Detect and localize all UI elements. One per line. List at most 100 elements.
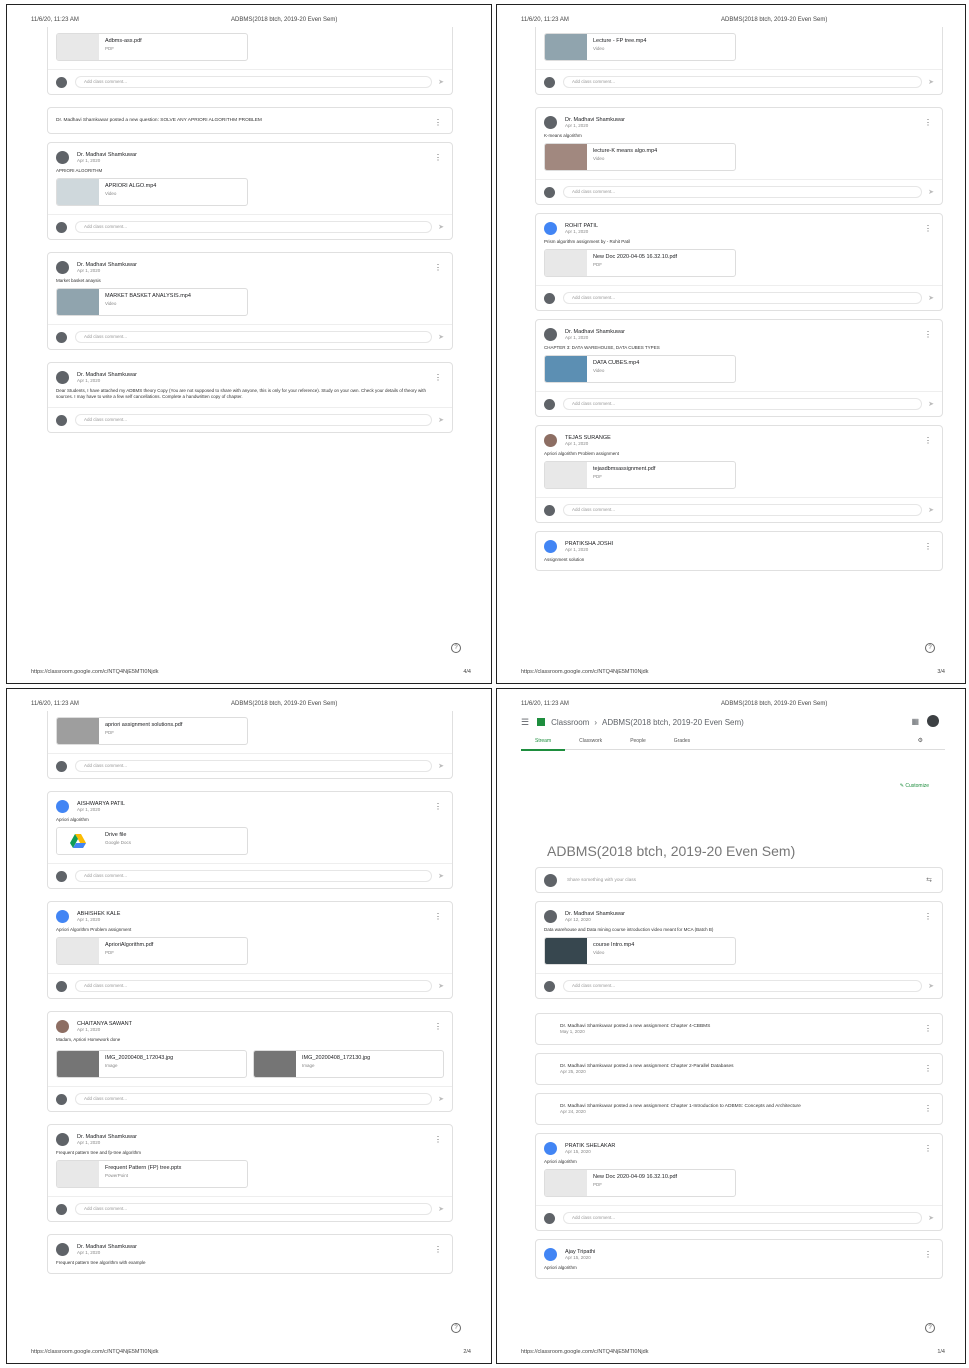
announce-input[interactable]: Share something with your class bbox=[567, 878, 636, 883]
attachment[interactable]: tejasdbmsassignment.pdf PDF bbox=[544, 461, 736, 489]
question-notice[interactable]: Dr. Madhavi Shamkuwar posted a new quest… bbox=[48, 108, 452, 133]
help-icon[interactable]: ? bbox=[925, 643, 935, 653]
attachment[interactable]: course Intro.mp4 Video bbox=[544, 937, 736, 965]
comment-input[interactable]: Add class comment... bbox=[75, 414, 433, 426]
classroom-logo-icon bbox=[537, 718, 546, 726]
comment-input[interactable]: Add class comment... bbox=[563, 398, 923, 410]
tab-classwork[interactable]: Classwork bbox=[565, 735, 616, 749]
send-icon[interactable]: ➤ bbox=[438, 762, 444, 770]
tab-stream[interactable]: Stream bbox=[521, 735, 566, 751]
attachment[interactable]: Frequent Pattern (FP) tree.pptx PowerPoin… bbox=[56, 1160, 248, 1188]
more-options-icon[interactable]: ⋮ bbox=[434, 153, 442, 162]
comment-input[interactable]: Add class comment... bbox=[563, 980, 923, 992]
help-icon[interactable]: ? bbox=[451, 1323, 461, 1333]
comment-input[interactable]: Add class comment... bbox=[75, 870, 433, 882]
video-thumbnail bbox=[545, 356, 587, 382]
comment-input[interactable]: Add class comment... bbox=[75, 76, 433, 88]
menu-icon[interactable]: ☰ bbox=[521, 717, 529, 728]
more-options-icon[interactable]: ⋮ bbox=[924, 1024, 932, 1033]
attachment[interactable]: IMG_20200408_172043.jpg Image bbox=[56, 1050, 247, 1078]
attachment[interactable]: IMG_20200408_172130.jpg Image bbox=[253, 1050, 444, 1078]
more-options-icon[interactable]: ⋮ bbox=[924, 224, 932, 233]
send-icon[interactable]: ➤ bbox=[928, 188, 934, 196]
more-options-icon[interactable]: ⋮ bbox=[924, 436, 932, 445]
attachment[interactable]: Lecture - FP tree.mp4 Video bbox=[544, 33, 736, 61]
more-options-icon[interactable]: ⋮ bbox=[924, 1104, 932, 1113]
assignment-notice[interactable]: Dr. Madhavi Shamkuwar posted a new assig… bbox=[535, 1013, 943, 1045]
send-icon[interactable]: ➤ bbox=[438, 223, 444, 231]
help-icon[interactable]: ? bbox=[925, 1323, 935, 1333]
more-options-icon[interactable]: ⋮ bbox=[924, 1064, 932, 1073]
video-thumbnail bbox=[545, 34, 587, 60]
comment-input[interactable]: Add class comment... bbox=[75, 1203, 433, 1215]
send-icon[interactable]: ➤ bbox=[438, 872, 444, 880]
attachment[interactable]: AprioriAlgorithm.pdf PDF bbox=[56, 937, 248, 965]
comment-input[interactable]: Add class comment... bbox=[75, 221, 433, 233]
avatar bbox=[56, 1132, 69, 1146]
comment-input[interactable]: Add class comment... bbox=[563, 186, 923, 198]
comment-input[interactable]: Add class comment... bbox=[75, 1093, 433, 1105]
attachment[interactable]: New Doc 2020-04-05 16.32.10.pdf PDF bbox=[544, 249, 736, 277]
more-options-icon[interactable]: ⋮ bbox=[434, 263, 442, 272]
send-icon[interactable]: ➤ bbox=[928, 294, 934, 302]
comment-input[interactable]: Add class comment... bbox=[563, 504, 923, 516]
repost-icon[interactable]: ⇆ bbox=[926, 876, 932, 884]
send-icon[interactable]: ➤ bbox=[928, 982, 934, 990]
help-icon[interactable]: ? bbox=[451, 643, 461, 653]
breadcrumb-separator: › bbox=[594, 717, 597, 727]
more-options-icon[interactable]: ⋮ bbox=[434, 912, 442, 921]
gear-icon[interactable]: ⚙ bbox=[918, 737, 923, 744]
more-options-icon[interactable]: ⋮ bbox=[434, 1022, 442, 1031]
comment-input[interactable]: Add class comment... bbox=[563, 292, 923, 304]
post-card: Dr. Madhavi Shamkuwar Apr 12, 2020 Data w… bbox=[535, 901, 943, 999]
assignment-notice[interactable]: Dr. Madhavi Shamkuwar posted a new assig… bbox=[535, 1093, 943, 1125]
apps-grid-icon[interactable]: ▦ bbox=[911, 717, 919, 726]
send-icon[interactable]: ➤ bbox=[438, 416, 444, 424]
attachment[interactable]: apriori assignment solutions.pdf PDF bbox=[56, 717, 248, 745]
more-options-icon[interactable]: ⋮ bbox=[434, 373, 442, 382]
send-icon[interactable]: ➤ bbox=[928, 1214, 934, 1222]
send-icon[interactable]: ➤ bbox=[438, 982, 444, 990]
more-options-icon[interactable]: ⋮ bbox=[434, 1135, 442, 1144]
announce-card[interactable]: Share something with your class ⇆ bbox=[535, 867, 943, 893]
send-icon[interactable]: ➤ bbox=[438, 1205, 444, 1213]
comment-input[interactable]: Add class comment... bbox=[563, 1212, 923, 1224]
more-options-icon[interactable]: ⋮ bbox=[924, 1250, 932, 1259]
send-icon[interactable]: ➤ bbox=[928, 400, 934, 408]
course-tabs: Stream Classwork People Grades ⚙ bbox=[521, 735, 945, 751]
more-options-icon[interactable]: ⋮ bbox=[924, 118, 932, 127]
comment-input[interactable]: Add class comment... bbox=[563, 76, 923, 88]
tab-grades[interactable]: Grades bbox=[660, 735, 704, 749]
attachment[interactable]: Drive file Google Docs bbox=[56, 827, 248, 855]
send-icon[interactable]: ➤ bbox=[438, 333, 444, 341]
more-options-icon[interactable]: ⋮ bbox=[924, 330, 932, 339]
send-icon[interactable]: ➤ bbox=[928, 506, 934, 514]
attachment[interactable]: DATA CUBES.mp4 Video bbox=[544, 355, 736, 383]
attachment[interactable]: lecture-K means algo.mp4 Video bbox=[544, 143, 736, 171]
send-icon[interactable]: ➤ bbox=[438, 1095, 444, 1103]
attachment[interactable]: APRIORI ALGO.mp4 Video bbox=[56, 178, 248, 206]
account-avatar[interactable] bbox=[927, 715, 939, 727]
print-date: 11/6/20, 11:23 AM bbox=[31, 17, 79, 23]
more-options-icon[interactable]: ⋮ bbox=[434, 118, 442, 127]
tab-people[interactable]: People bbox=[616, 735, 660, 749]
attachment[interactable]: New Doc 2020-04-09 16.32.10.pdf PDF bbox=[544, 1169, 736, 1197]
attachment[interactable]: Adbms-ass.pdf PDF bbox=[56, 33, 248, 61]
more-options-icon[interactable]: ⋮ bbox=[434, 802, 442, 811]
send-icon[interactable]: ➤ bbox=[928, 78, 934, 86]
more-options-icon[interactable]: ⋮ bbox=[924, 542, 932, 551]
avatar bbox=[544, 1212, 555, 1224]
more-options-icon[interactable]: ⋮ bbox=[924, 912, 932, 921]
send-icon[interactable]: ➤ bbox=[438, 78, 444, 86]
attachment[interactable]: MARKET BASKET ANALYSIS.mp4 Video bbox=[56, 288, 248, 316]
customize-button[interactable]: ✎ Customize bbox=[900, 783, 929, 789]
more-options-icon[interactable]: ⋮ bbox=[924, 1144, 932, 1153]
breadcrumb-app[interactable]: Classroom bbox=[551, 718, 589, 727]
breadcrumb-course[interactable]: ADBMS(2018 btch, 2019-20 Even Sem) bbox=[602, 718, 744, 727]
comment-input[interactable]: Add class comment... bbox=[75, 760, 433, 772]
video-thumbnail bbox=[545, 144, 587, 170]
comment-input[interactable]: Add class comment... bbox=[75, 980, 433, 992]
comment-input[interactable]: Add class comment... bbox=[75, 331, 433, 343]
more-options-icon[interactable]: ⋮ bbox=[434, 1245, 442, 1254]
assignment-notice[interactable]: Dr. Madhavi Shamkuwar posted a new assig… bbox=[535, 1053, 943, 1085]
